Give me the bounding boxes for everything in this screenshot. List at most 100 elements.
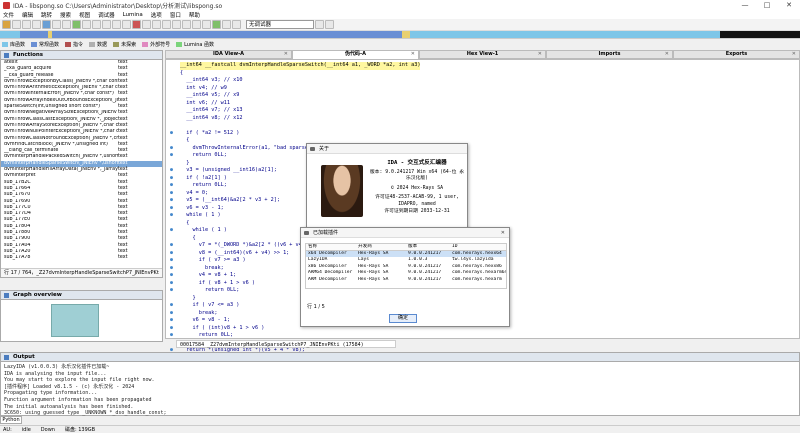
menu-item[interactable]: 帮助 — [189, 11, 200, 19]
ok-button[interactable]: 确定 — [389, 314, 417, 323]
pause-icon[interactable] — [222, 20, 231, 29]
attach-icon[interactable] — [315, 20, 324, 29]
menu-item[interactable]: 跳转 — [41, 11, 52, 19]
xref-icon[interactable] — [192, 20, 201, 29]
breakpoint-dot-icon[interactable]: ● — [170, 190, 180, 198]
debugger-select[interactable]: 无调试器 — [246, 20, 314, 29]
menu-item[interactable]: 窗口 — [170, 11, 181, 19]
plugin-row[interactable]: ARM Decompiler Hex-Rays SA 9.0.0.241217 com… — [306, 277, 506, 284]
hex-icon[interactable] — [152, 20, 161, 29]
breakpoint-dot-icon[interactable]: ● — [170, 130, 180, 138]
breakpoint-icon[interactable] — [132, 20, 141, 29]
breakpoint-dot-icon[interactable]: ● — [170, 145, 180, 153]
breakpoint-dot-icon[interactable]: ● — [170, 325, 180, 333]
menu-item[interactable]: 视图 — [79, 11, 90, 19]
breakpoint-dot-icon[interactable]: ● — [170, 205, 180, 213]
code-text: __int64 v5; // x9 — [180, 92, 240, 98]
tab-label: Imports — [598, 51, 621, 57]
menu-item[interactable]: 调试器 — [98, 11, 115, 19]
breakpoint-dot-icon[interactable]: ● — [170, 287, 180, 295]
close-button[interactable]: ✕ — [778, 0, 800, 11]
function-list[interactable]: atexit text _cxa_guard_acquire text __cxa_gu… — [1, 60, 162, 260]
code-text: } — [180, 294, 196, 301]
navigation-band[interactable] — [0, 31, 800, 39]
tab-a[interactable]: 伪代码-A ✕ — [292, 50, 419, 59]
string-icon[interactable] — [92, 20, 101, 29]
minimize-button[interactable]: — — [734, 0, 756, 11]
code-text: int v6; // w11 — [180, 99, 230, 106]
column-header[interactable]: 名称 — [306, 244, 356, 250]
forward-icon[interactable] — [32, 20, 41, 29]
breakpoint-dot-icon[interactable]: ● — [170, 280, 180, 288]
breakpoint-dot-icon[interactable]: ● — [170, 227, 180, 235]
breakpoint-dot-icon[interactable]: ● — [170, 310, 180, 318]
function-row[interactable]: sub_17A78 text — [1, 255, 162, 260]
maximize-button[interactable]: □ — [756, 0, 778, 11]
breakpoint-dot-icon[interactable]: ● — [170, 197, 180, 205]
script-icon[interactable] — [202, 20, 211, 29]
plugins-table[interactable]: 名称 开发商 版本 ID x64 Decompiler Hex-Rays SA 9.0.0.… — [305, 243, 507, 289]
graph-thumbnail[interactable] — [51, 304, 99, 337]
save-icon[interactable] — [12, 20, 21, 29]
column-header[interactable]: 版本 — [406, 244, 450, 250]
nav-cursor — [48, 31, 52, 38]
legend-label: 指令 — [73, 42, 84, 48]
menu-item[interactable]: 编辑 — [22, 11, 33, 19]
code-icon[interactable] — [72, 20, 81, 29]
breakpoint-dot-icon[interactable]: ● — [170, 302, 180, 310]
breakpoint-dot-icon[interactable]: ● — [170, 332, 180, 340]
menu-item[interactable]: Lumina — [123, 12, 143, 18]
tab-label: 伪代码-A — [345, 51, 366, 57]
breakpoint-dot-icon[interactable]: ● — [170, 175, 180, 183]
function-icon[interactable] — [122, 20, 131, 29]
legend-label: 数据 — [97, 42, 108, 48]
search-icon[interactable] — [52, 20, 61, 29]
tab-close-icon[interactable]: ✕ — [665, 51, 669, 58]
undefine-icon[interactable] — [112, 20, 121, 29]
menu-item[interactable]: 选项 — [151, 11, 162, 19]
text-search-icon[interactable] — [62, 20, 71, 29]
detach-icon[interactable] — [325, 20, 334, 29]
breakpoint-dot-icon[interactable]: ● — [170, 212, 180, 220]
breakpoint-dot-icon[interactable]: ● — [170, 265, 180, 273]
column-header[interactable]: 开发商 — [356, 244, 406, 250]
breakpoint-dot-icon[interactable]: ● — [170, 257, 180, 265]
stop-icon[interactable] — [232, 20, 241, 29]
plugins-dialog: 已加载插件 ✕ 名称 开发商 版本 ID x64 Decompiler Hex-Rays … — [300, 227, 510, 327]
output-line: The initial autoanalysis has been finish… — [4, 403, 134, 410]
code-text: if ( v8 + 1 > v6 ) — [180, 279, 255, 286]
breakpoint-dot-icon[interactable]: ● — [170, 242, 180, 250]
legend: 库函数 常规函数 指令 数据 未探索 外部符号 Lumina 函数 — [0, 40, 800, 49]
breakpoint-dot-icon[interactable]: ● — [170, 317, 180, 325]
graph-overview-title: Graph overview — [1, 291, 162, 300]
tab-close-icon[interactable]: ✕ — [538, 51, 542, 58]
names-icon[interactable] — [182, 20, 191, 29]
python-tab[interactable]: Python — [0, 416, 22, 424]
tab-imports[interactable]: Imports ✕ — [546, 50, 673, 59]
tab-close-icon[interactable]: ✕ — [411, 51, 415, 58]
menu-item[interactable]: 搜索 — [60, 11, 71, 19]
tab-exports[interactable]: Exports ✕ — [673, 50, 800, 59]
breakpoint-dot-icon[interactable]: ● — [170, 182, 180, 190]
graph-icon[interactable] — [142, 20, 151, 29]
jump-icon[interactable] — [42, 20, 51, 29]
back-icon[interactable] — [22, 20, 31, 29]
breakpoint-dot-icon[interactable]: ● — [170, 167, 180, 175]
data-icon[interactable] — [82, 20, 91, 29]
open-icon[interactable] — [2, 20, 11, 29]
tab-close-icon[interactable]: ✕ — [284, 51, 288, 58]
about-info: IDA - 交互式反汇编器 版本: 9.0.241217 Win x64 (64-… — [369, 160, 465, 215]
run-icon[interactable] — [212, 20, 221, 29]
struct-icon[interactable] — [162, 20, 171, 29]
tab-hex-view-1[interactable]: Hex View-1 ✕ — [419, 50, 546, 59]
array-icon[interactable] — [102, 20, 111, 29]
column-header[interactable]: ID — [450, 244, 506, 250]
breakpoint-dot-icon[interactable]: ● — [170, 272, 180, 280]
breakpoint-dot-icon[interactable]: ● — [170, 250, 180, 258]
close-icon[interactable]: ✕ — [501, 228, 505, 238]
menu-item[interactable]: 文件 — [3, 11, 14, 19]
tab-ida-view-a[interactable]: IDA View-A ✕ — [165, 50, 292, 59]
breakpoint-dot-icon[interactable]: ● — [170, 152, 180, 160]
tab-close-icon[interactable]: ✕ — [792, 51, 796, 58]
enum-icon[interactable] — [172, 20, 181, 29]
